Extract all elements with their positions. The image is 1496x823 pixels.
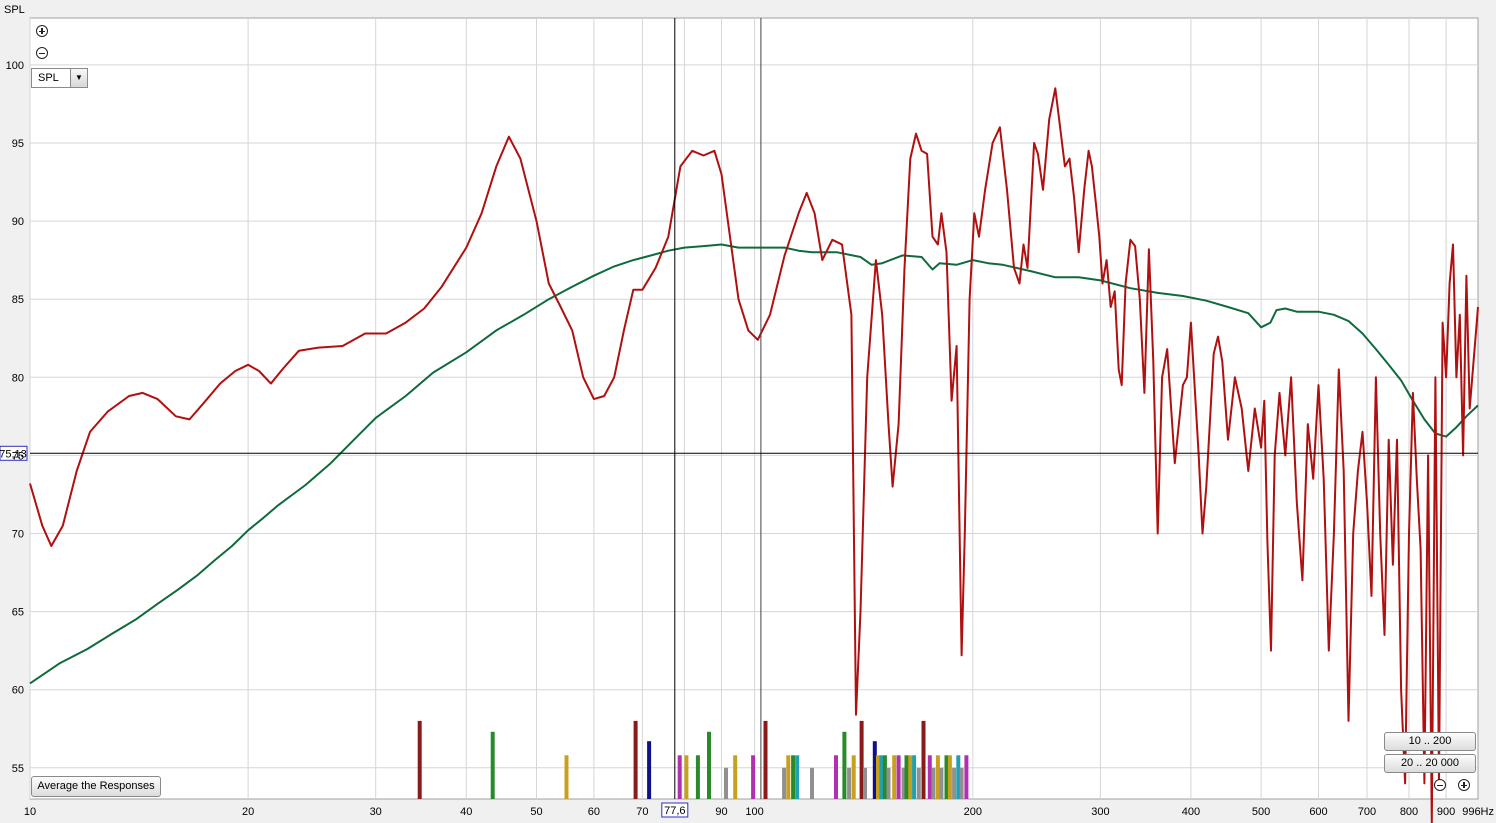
zoom-in-x-icon[interactable] xyxy=(1458,779,1470,791)
chevron-down-icon[interactable]: ▼ xyxy=(70,69,87,87)
x-tick-label: 996Hz xyxy=(1462,806,1494,818)
marker-bar xyxy=(695,755,700,799)
x-tick-label: 40 xyxy=(460,806,472,818)
x-tick-label: 20 xyxy=(242,806,254,818)
marker-bar xyxy=(947,755,952,799)
marker-bar xyxy=(964,755,969,799)
marker-bar xyxy=(863,767,867,799)
y-tick-label: 70 xyxy=(12,529,24,541)
y-axis-ticks: 55 60 65 70 75 80 85 90 95 100 xyxy=(6,60,24,775)
marker-bar xyxy=(834,755,838,799)
marker-bar xyxy=(810,767,814,799)
y-axis-title: SPL xyxy=(4,4,25,16)
marker-bar xyxy=(791,755,796,799)
x-tick-label: 70 xyxy=(636,806,648,818)
marker-bar xyxy=(959,767,964,799)
x-tick-label: 500 xyxy=(1252,806,1270,818)
x-tick-label: 300 xyxy=(1091,806,1109,818)
marker-bar xyxy=(633,720,638,799)
marker-bar xyxy=(763,720,768,799)
y-tick-label: 75 xyxy=(12,450,24,462)
spl-chart[interactable]: 75,1377,6 556065707580859095100 10 20 30 40… xyxy=(0,0,1496,823)
zoom-out-icon[interactable] xyxy=(36,47,48,59)
marker-bar xyxy=(647,741,652,799)
marker-bar xyxy=(564,755,569,799)
measurement-select-value: SPL xyxy=(38,72,59,84)
range-10-200-button[interactable]: 10 .. 200 xyxy=(1384,732,1476,751)
y-tick-label: 80 xyxy=(12,372,24,384)
marker-bar xyxy=(908,755,913,799)
marker-bar xyxy=(417,720,422,799)
marker-bar xyxy=(847,767,852,799)
x-tick-label: 700 xyxy=(1358,806,1376,818)
x-tick-label: 600 xyxy=(1309,806,1327,818)
marker-bar xyxy=(879,755,884,799)
marker-bar xyxy=(707,731,711,799)
zoom-out-x-icon[interactable] xyxy=(1434,779,1446,791)
x-tick-label: 200 xyxy=(964,806,982,818)
x-tick-label: 800 xyxy=(1400,806,1418,818)
marker-bar xyxy=(921,720,926,799)
marker-bar xyxy=(795,755,800,799)
marker-bar xyxy=(786,755,791,799)
marker-bar xyxy=(931,767,936,799)
y-tick-label: 85 xyxy=(12,294,24,306)
marker-bar xyxy=(782,767,787,799)
marker-bar xyxy=(927,755,932,799)
marker-bar xyxy=(490,731,495,799)
x-tick-label: 100 xyxy=(745,806,763,818)
marker-bar xyxy=(751,755,756,799)
marker-bar xyxy=(916,767,921,799)
x-tick-label: 60 xyxy=(588,806,600,818)
marker-bar xyxy=(842,731,847,799)
marker-bar xyxy=(886,767,891,799)
x-tick-label: 400 xyxy=(1182,806,1200,818)
marker-bar xyxy=(724,767,728,799)
marker-bar xyxy=(952,767,957,799)
marker-bar xyxy=(912,755,917,799)
x-tick-label: 50 xyxy=(530,806,542,818)
y-tick-label: 100 xyxy=(6,60,24,72)
marker-bar xyxy=(939,767,944,799)
marker-bar xyxy=(677,755,682,799)
x-tick-label: 900 xyxy=(1437,806,1455,818)
marker-bar xyxy=(892,755,897,799)
x-tick-label: 10 xyxy=(24,806,36,818)
measurement-select[interactable]: SPL ▼ xyxy=(31,68,88,88)
zoom-in-icon[interactable] xyxy=(36,25,48,37)
y-tick-label: 95 xyxy=(12,138,24,150)
y-tick-label: 90 xyxy=(12,216,24,228)
marker-bar xyxy=(851,755,856,799)
y-tick-label: 60 xyxy=(12,685,24,697)
marker-bar xyxy=(896,755,901,799)
marker-bar xyxy=(733,755,738,799)
y-tick-label: 65 xyxy=(12,607,24,619)
range-20-20000-button[interactable]: 20 .. 20 000 xyxy=(1384,754,1476,773)
x-tick-label: 30 xyxy=(370,806,382,818)
marker-bar xyxy=(882,755,887,799)
marker-bar xyxy=(684,755,689,799)
marker-bar xyxy=(935,755,940,799)
average-responses-button[interactable]: Average the Responses xyxy=(31,776,161,797)
x-axis-ticks: 10 20 30 40 50 60 70 90 100 200 300 400 500 600 700 800… xyxy=(24,806,1494,818)
y-tick-label: 55 xyxy=(12,763,24,775)
cursor-x-readout: 77,6 xyxy=(664,805,685,817)
x-tick-label: 90 xyxy=(715,806,727,818)
marker-bar xyxy=(904,755,909,799)
